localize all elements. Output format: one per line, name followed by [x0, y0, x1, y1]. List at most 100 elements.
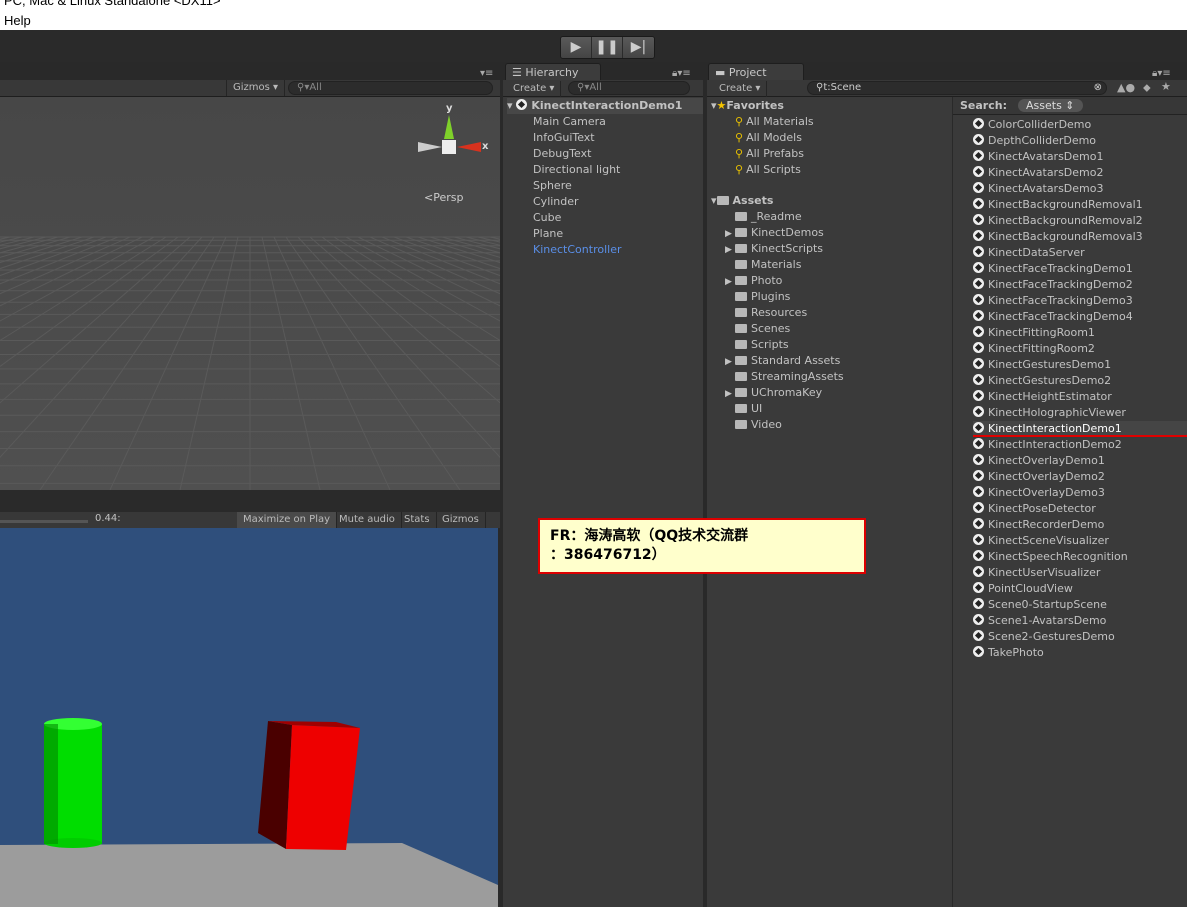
hierarchy-item[interactable]: InfoGuiText	[533, 130, 621, 146]
scene-result-item[interactable]: DepthColliderDemo	[973, 133, 1187, 149]
unity-scene-icon	[973, 230, 984, 241]
axis-negx-arrow[interactable]	[418, 142, 442, 152]
scene-result-item[interactable]: Scene0-StartupScene	[973, 597, 1187, 613]
scene-result-item[interactable]: KinectFaceTrackingDemo1	[973, 261, 1187, 277]
scene-result-item[interactable]: KinectUserVisualizer	[973, 565, 1187, 581]
expand-arrow-icon[interactable]: ▶	[725, 386, 735, 402]
favorites-header[interactable]: ▾★Favorites	[711, 98, 784, 114]
axis-gizmo-center[interactable]	[442, 140, 456, 154]
axis-y-arrow[interactable]	[444, 115, 454, 139]
asset-folder[interactable]: Materials	[725, 257, 844, 273]
scene-result-item[interactable]: KinectAvatarsDemo3	[973, 181, 1187, 197]
hierarchy-item[interactable]: KinectController	[533, 242, 621, 258]
scene-result-item[interactable]: KinectOverlayDemo1	[973, 453, 1187, 469]
scene-result-item[interactable]: KinectBackgroundRemoval3	[973, 229, 1187, 245]
persp-label[interactable]: <Persp	[424, 191, 463, 204]
scene-result-item[interactable]: KinectDataServer	[973, 245, 1187, 261]
hierarchy-item[interactable]: Plane	[533, 226, 621, 242]
scene-result-item[interactable]: KinectOverlayDemo3	[973, 485, 1187, 501]
hierarchy-lock-icon[interactable]: 🔒︎▾≡	[672, 68, 691, 79]
clear-search-icon[interactable]: ⊗	[1094, 82, 1102, 94]
expand-arrow-icon[interactable]: ▶	[725, 242, 735, 258]
scene-result-item[interactable]: KinectSpeechRecognition	[973, 549, 1187, 565]
axis-x-arrow[interactable]	[457, 142, 481, 152]
scene-result-item[interactable]: KinectSceneVisualizer	[973, 533, 1187, 549]
search-scope-dropdown[interactable]: Assets ⇕	[1018, 99, 1083, 112]
scene-result-item[interactable]: KinectAvatarsDemo1	[973, 149, 1187, 165]
favorites-star-icon[interactable]: ★	[1161, 80, 1171, 93]
maximize-on-play-button[interactable]: Maximize on Play	[237, 512, 338, 528]
menu-help[interactable]: Help	[4, 13, 31, 28]
filter-by-type-icon[interactable]: ▲●	[1117, 81, 1135, 94]
hierarchy-item[interactable]: Sphere	[533, 178, 621, 194]
game-viewport[interactable]	[0, 528, 498, 907]
play-icon[interactable]: ▶	[561, 37, 592, 58]
asset-folder[interactable]: ▶ Standard Assets	[725, 353, 844, 369]
asset-folder[interactable]: Plugins	[725, 289, 844, 305]
asset-folder[interactable]: UI	[725, 401, 844, 417]
scene-result-item[interactable]: KinectBackgroundRemoval2	[973, 213, 1187, 229]
scene-result-item[interactable]: KinectFittingRoom2	[973, 341, 1187, 357]
project-search-input[interactable]: ⚲t:Scene ⊗	[807, 81, 1107, 95]
asset-folder[interactable]: _Readme	[725, 209, 844, 225]
project-lock-icon[interactable]: 🔒︎▾≡	[1152, 68, 1171, 79]
scene-result-item[interactable]: KinectInteractionDemo1	[973, 421, 1187, 437]
scene-result-item[interactable]: KinectFaceTrackingDemo4	[973, 309, 1187, 325]
scene-search-input[interactable]: ⚲▾All	[288, 81, 493, 95]
scene-result-item[interactable]: KinectAvatarsDemo2	[973, 165, 1187, 181]
scene-result-item[interactable]: KinectBackgroundRemoval1	[973, 197, 1187, 213]
stats-button[interactable]: Stats	[398, 512, 437, 528]
scene-result-item[interactable]: KinectHolographicViewer	[973, 405, 1187, 421]
favorite-item[interactable]: ⚲ All Prefabs	[735, 146, 814, 162]
scene-result-item[interactable]: PointCloudView	[973, 581, 1187, 597]
scale-slider[interactable]	[0, 520, 88, 523]
favorite-item[interactable]: ⚲ All Materials	[735, 114, 814, 130]
expand-arrow-icon[interactable]: ▶	[725, 226, 735, 242]
favorite-item[interactable]: ⚲ All Scripts	[735, 162, 814, 178]
asset-folder[interactable]: ▶ Photo	[725, 273, 844, 289]
hierarchy-item[interactable]: Main Camera	[533, 114, 621, 130]
step-icon[interactable]: ▶|	[623, 37, 654, 58]
scene-result-item[interactable]: KinectInteractionDemo2	[973, 437, 1187, 453]
scene-result-item[interactable]: KinectFittingRoom1	[973, 325, 1187, 341]
asset-folder[interactable]: Resources	[725, 305, 844, 321]
mute-audio-button[interactable]: Mute audio	[333, 512, 402, 528]
asset-folder[interactable]: ▶ UChromaKey	[725, 385, 844, 401]
hierarchy-scene-row[interactable]: ▾ KinectInteractionDemo1	[507, 98, 703, 114]
game-gizmos-button[interactable]: Gizmos	[436, 512, 486, 528]
asset-folder[interactable]: StreamingAssets	[725, 369, 844, 385]
scene-viewport[interactable]: y x <Persp	[0, 97, 500, 490]
favorite-item[interactable]: ⚲ All Models	[735, 130, 814, 146]
asset-folder[interactable]: Scripts	[725, 337, 844, 353]
assets-header[interactable]: ▾ Assets	[711, 193, 773, 209]
pause-icon[interactable]: ❚❚	[592, 37, 623, 58]
expand-arrow-icon[interactable]: ▶	[725, 274, 735, 290]
scene-result-item[interactable]: Scene2-GesturesDemo	[973, 629, 1187, 645]
scene-result-item[interactable]: KinectGesturesDemo1	[973, 357, 1187, 373]
hierarchy-item[interactable]: Directional light	[533, 162, 621, 178]
filter-by-label-icon[interactable]: ⬥	[1143, 81, 1151, 95]
asset-folder[interactable]: ▶ KinectScripts	[725, 241, 844, 257]
hierarchy-item[interactable]: Cylinder	[533, 194, 621, 210]
scene-result-item[interactable]: KinectGesturesDemo2	[973, 373, 1187, 389]
project-create-button[interactable]: Create ▾	[713, 81, 768, 97]
scene-result-item[interactable]: Scene1-AvatarsDemo	[973, 613, 1187, 629]
scene-result-item[interactable]: TakePhoto	[973, 645, 1187, 661]
scene-result-item[interactable]: KinectFaceTrackingDemo2	[973, 277, 1187, 293]
panel-menu-icon[interactable]: ▾≡	[480, 68, 493, 79]
scene-result-item[interactable]: KinectHeightEstimator	[973, 389, 1187, 405]
scene-result-item[interactable]: KinectFaceTrackingDemo3	[973, 293, 1187, 309]
hierarchy-item[interactable]: DebugText	[533, 146, 621, 162]
hierarchy-search-input[interactable]: ⚲▾All	[568, 81, 690, 95]
asset-folder[interactable]: ▶ KinectDemos	[725, 225, 844, 241]
scene-result-item[interactable]: KinectOverlayDemo2	[973, 469, 1187, 485]
asset-folder[interactable]: Scenes	[725, 321, 844, 337]
scene-result-item[interactable]: ColorColliderDemo	[973, 117, 1187, 133]
hierarchy-create-button[interactable]: Create ▾	[507, 81, 562, 97]
expand-arrow-icon[interactable]: ▶	[725, 354, 735, 370]
hierarchy-item[interactable]: Cube	[533, 210, 621, 226]
scene-result-item[interactable]: KinectRecorderDemo	[973, 517, 1187, 533]
scene-result-item[interactable]: KinectPoseDetector	[973, 501, 1187, 517]
asset-folder[interactable]: Video	[725, 417, 844, 433]
gizmos-dropdown[interactable]: Gizmos ▾	[226, 80, 286, 96]
